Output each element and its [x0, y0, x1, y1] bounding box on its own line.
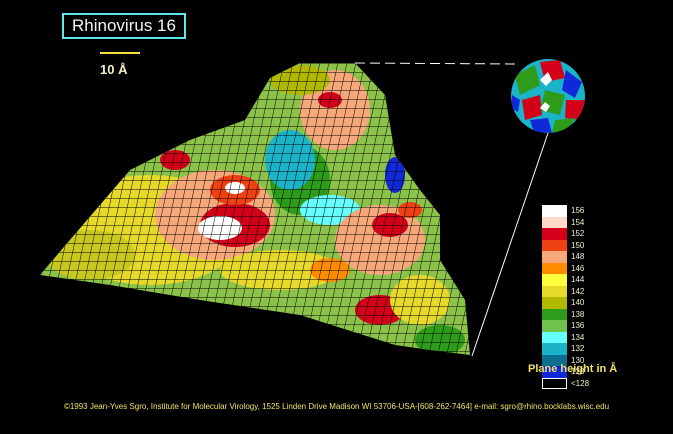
legend-row: 156: [542, 205, 589, 217]
legend-swatch: [542, 308, 567, 320]
copyright-footer: ©1993 Jean-Yves Sgro, Institute for Mole…: [63, 402, 610, 411]
legend-swatch: [542, 377, 567, 389]
legend-row: 146: [542, 262, 589, 274]
legend-swatch: [542, 239, 567, 251]
legend-label: 134: [571, 332, 585, 342]
legend-row: 136: [542, 320, 589, 332]
legend-swatch: [542, 285, 567, 297]
legend-label: 156: [571, 206, 585, 215]
legend-swatch: [542, 205, 567, 217]
height-legend: 156 154 152 150 148 146 144 142 140 138 136 134 132 1…: [542, 205, 589, 389]
legend-row: 150: [542, 239, 589, 251]
legend-swatch: [542, 320, 567, 332]
legend-label: 132: [571, 344, 585, 353]
legend-swatch: [542, 216, 567, 228]
legend-label: 144: [571, 275, 585, 284]
legend-swatch: [542, 262, 567, 274]
legend-row: 144: [542, 274, 589, 286]
legend-label: 152: [571, 229, 585, 238]
legend-label: 146: [571, 263, 585, 273]
legend-label: <128: [571, 378, 590, 388]
legend-row: 138: [542, 308, 589, 320]
legend-row: 148: [542, 251, 589, 263]
legend-swatch: [542, 274, 567, 286]
legend-swatch: [542, 228, 567, 240]
legend-row: 134: [542, 331, 589, 343]
legend-swatch: [542, 251, 567, 263]
legend-row: 142: [542, 285, 589, 297]
legend-label: 140: [571, 298, 585, 307]
legend-swatch: [542, 331, 567, 343]
virus-capsid-sphere: [511, 59, 585, 133]
legend-row: 140: [542, 297, 589, 309]
legend-label: 154: [571, 217, 585, 227]
legend-label: 136: [571, 321, 585, 330]
legend-label: 148: [571, 252, 585, 261]
legend-swatch: [542, 343, 567, 355]
legend-label: 142: [571, 286, 585, 296]
legend-swatch: [542, 297, 567, 309]
legend-title: Plane height in Å: [528, 363, 618, 375]
legend-row: 132: [542, 343, 589, 355]
legend-row: <128: [542, 377, 590, 389]
legend-row: 154: [542, 216, 589, 228]
legend-label: 138: [571, 309, 585, 319]
legend-label: 150: [571, 240, 585, 250]
legend-row: 152: [542, 228, 589, 240]
